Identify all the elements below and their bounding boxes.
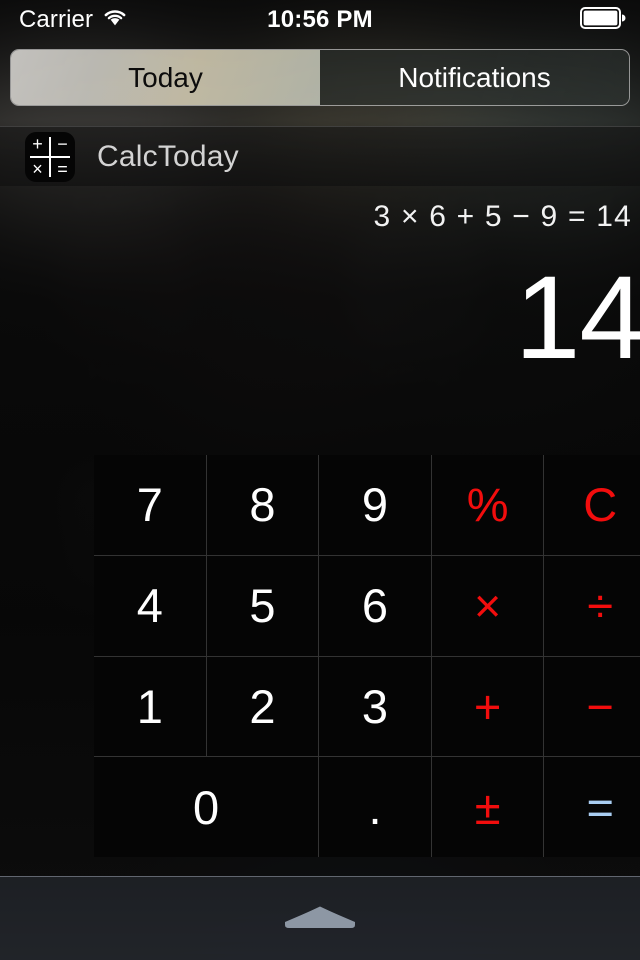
calc-key-8[interactable]: 8 [206,455,319,555]
icon-plus-glyph: + [32,134,43,154]
calc-key-1[interactable]: 1 [94,656,206,757]
calculator-keypad[interactable]: 7 8 9% C 4 5 6 × ÷ 1 2 3 + − 0. ± = [94,455,640,857]
calculator-app-icon: + − × = [25,131,75,182]
icon-multiply-glyph: × [32,159,43,179]
calc-key-5[interactable]: 5 [206,555,319,656]
clock-label: 10:56 PM [267,6,373,33]
calc-key-divide[interactable]: ÷ [544,555,640,656]
calc-key-plus[interactable]: + [431,656,544,757]
widget-header[interactable]: + − × = CalcToday [0,126,640,186]
chevron-up-grabber-icon[interactable] [281,905,359,929]
icon-equals-glyph: = [57,159,68,179]
calc-key-2[interactable]: 2 [206,656,319,757]
calc-key-0[interactable]: 0 [94,757,319,857]
notification-center-segmented-control[interactable]: Today Notifications [10,49,630,106]
calc-key-decimal[interactable]: . [319,757,431,857]
notification-center-bottom-bar[interactable] [0,876,640,960]
tab-today[interactable]: Today [11,50,320,105]
calc-key-7[interactable]: 7 [94,455,206,555]
calc-key-3[interactable]: 3 [319,656,431,757]
calc-key-percent[interactable]: % [431,455,544,555]
expression-display: 3 × 6 + 5 − 9 = 14 [373,200,632,233]
result-display: 14 [514,252,640,384]
calc-key-9[interactable]: 9 [319,455,431,555]
status-bar-right [580,6,626,34]
calc-key-multiply[interactable]: × [431,555,544,656]
calc-key-equals[interactable]: = [544,757,640,857]
calculator-widget-body: 3 × 6 + 5 − 9 = 14 14 7 8 9% C 4 5 6 × ÷ 1 2 3 + − 0. ±… [0,186,640,876]
calc-key-minus[interactable]: − [544,656,640,757]
widget-title: CalcToday [97,139,239,173]
calc-key-6[interactable]: 6 [319,555,431,656]
calc-key-clear[interactable]: C [544,455,640,555]
calc-key-plusminus[interactable]: ± [431,757,544,857]
tab-notifications[interactable]: Notifications [320,50,629,105]
icon-minus-glyph: − [57,134,68,154]
status-bar: Carrier 10:56 PM [0,0,640,40]
calc-key-4[interactable]: 4 [94,555,206,656]
battery-full-icon [580,6,626,34]
